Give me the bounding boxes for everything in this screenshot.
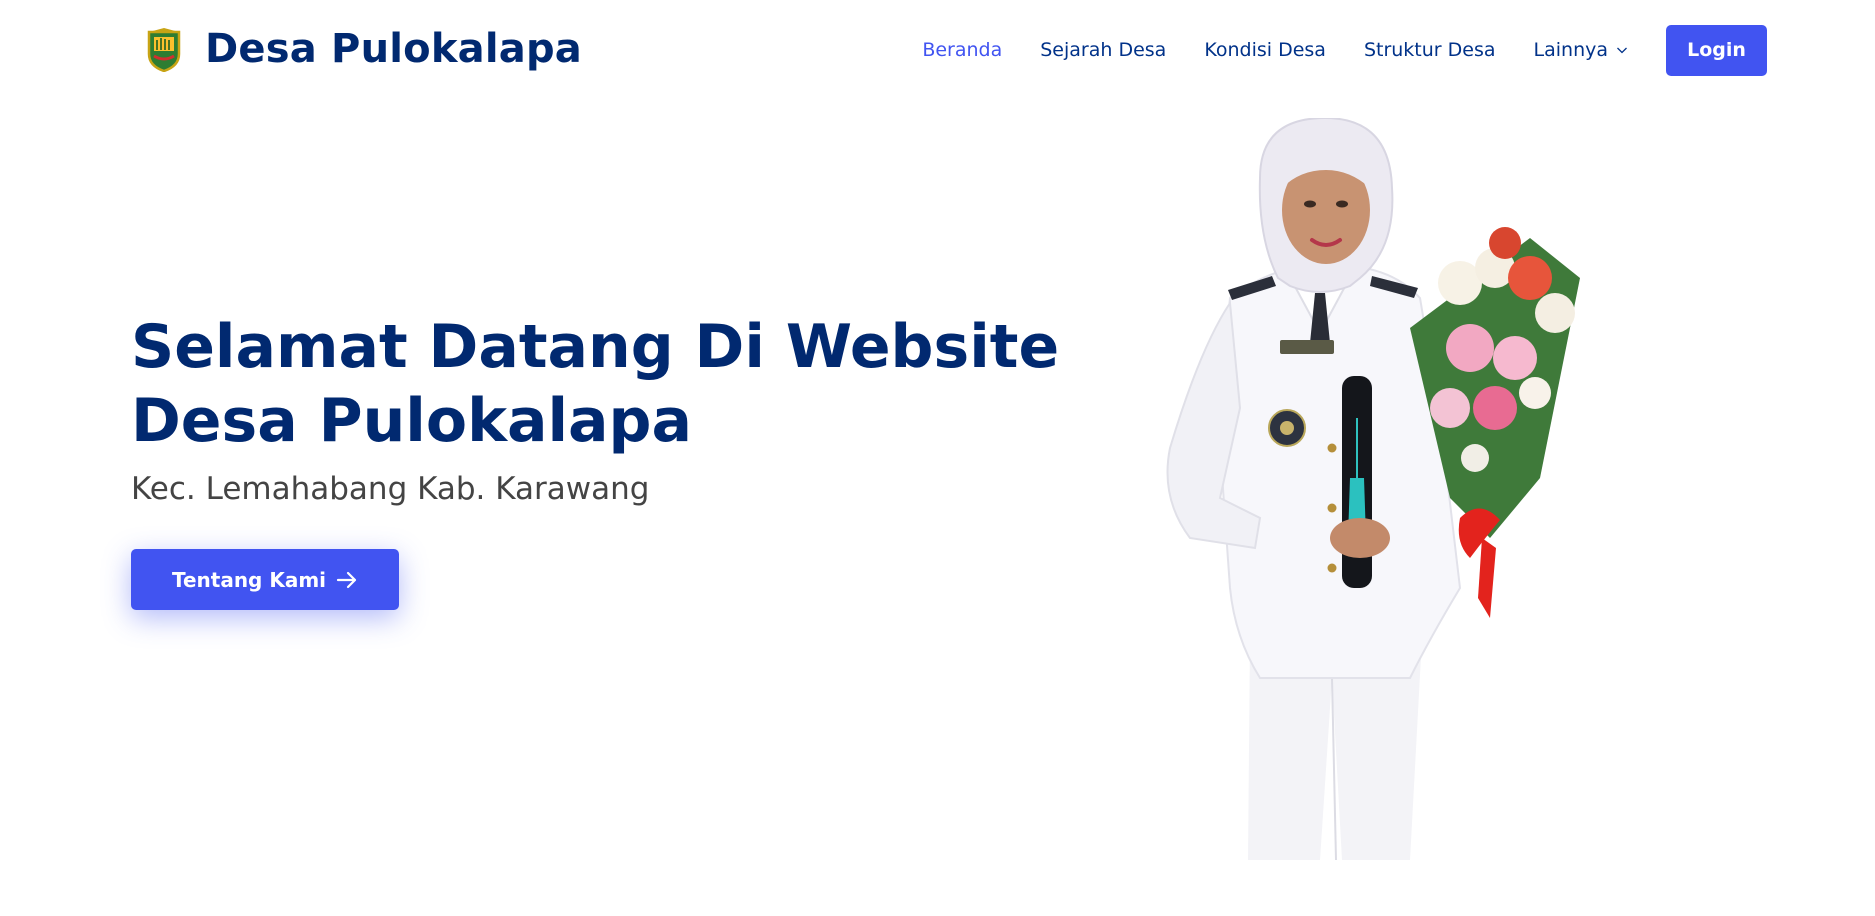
nav-lainnya-dropdown[interactable]: Lainnya <box>1534 39 1628 61</box>
brand-link[interactable]: Desa Pulokalapa <box>145 26 582 72</box>
village-head-photo <box>1166 118 1580 860</box>
chevron-down-icon <box>1617 47 1627 54</box>
site-title: Desa Pulokalapa <box>205 26 582 72</box>
main-nav: Beranda Sejarah Desa Kondisi Desa Strukt… <box>884 0 1767 100</box>
tentang-kami-button[interactable]: Tentang Kami <box>131 549 399 610</box>
login-button[interactable]: Login <box>1666 24 1767 76</box>
nav-sejarah-desa[interactable]: Sejarah Desa <box>1040 39 1166 61</box>
site-header: Desa Pulokalapa Beranda Sejarah Desa Kon… <box>0 0 1875 100</box>
nav-beranda[interactable]: Beranda <box>922 39 1002 61</box>
regency-crest-icon <box>147 28 181 72</box>
tentang-kami-label: Tentang Kami <box>171 567 327 592</box>
hero-title-line-2: Desa Pulokalapa <box>131 386 692 456</box>
hero-subtitle: Kec. Lemahabang Kab. Karawang <box>131 471 650 507</box>
nav-lainnya-label: Lainnya <box>1533 39 1608 61</box>
nav-struktur-desa[interactable]: Struktur Desa <box>1364 39 1496 61</box>
nav-kondisi-desa[interactable]: Kondisi Desa <box>1204 39 1326 61</box>
hero-title-line-1: Selamat Datang Di Website <box>131 312 1060 382</box>
arrow-right-icon <box>336 571 357 588</box>
hero-title: Selamat Datang Di Website Desa Pulokalap… <box>131 310 1060 458</box>
